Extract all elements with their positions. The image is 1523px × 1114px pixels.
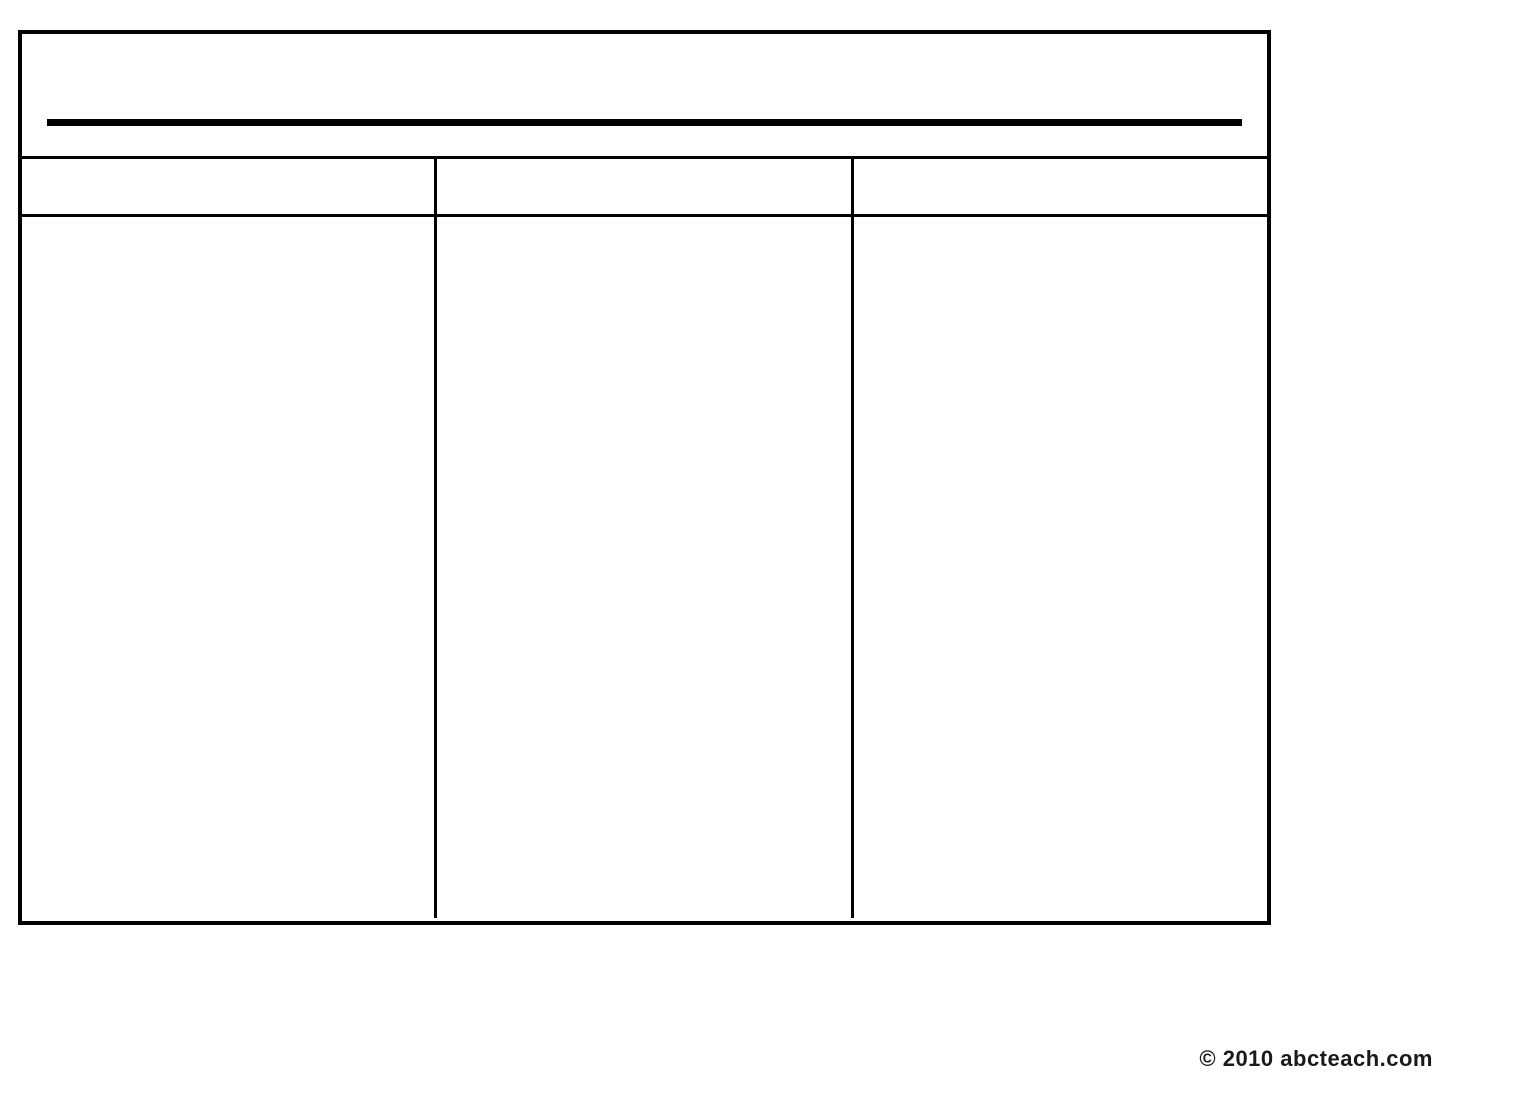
three-column-chart — [18, 30, 1271, 925]
copyright-notice: © 2010 abcteach.com — [1199, 1046, 1433, 1072]
column-header-row — [22, 159, 1267, 217]
column-body-row — [22, 217, 1267, 918]
title-blank-line[interactable] — [47, 119, 1242, 126]
column-3-body[interactable] — [854, 217, 1267, 918]
title-section — [22, 34, 1267, 159]
column-1-header[interactable] — [22, 159, 437, 214]
column-2-header[interactable] — [437, 159, 854, 214]
column-1-body[interactable] — [22, 217, 437, 918]
column-3-header[interactable] — [854, 159, 1267, 214]
column-2-body[interactable] — [437, 217, 854, 918]
